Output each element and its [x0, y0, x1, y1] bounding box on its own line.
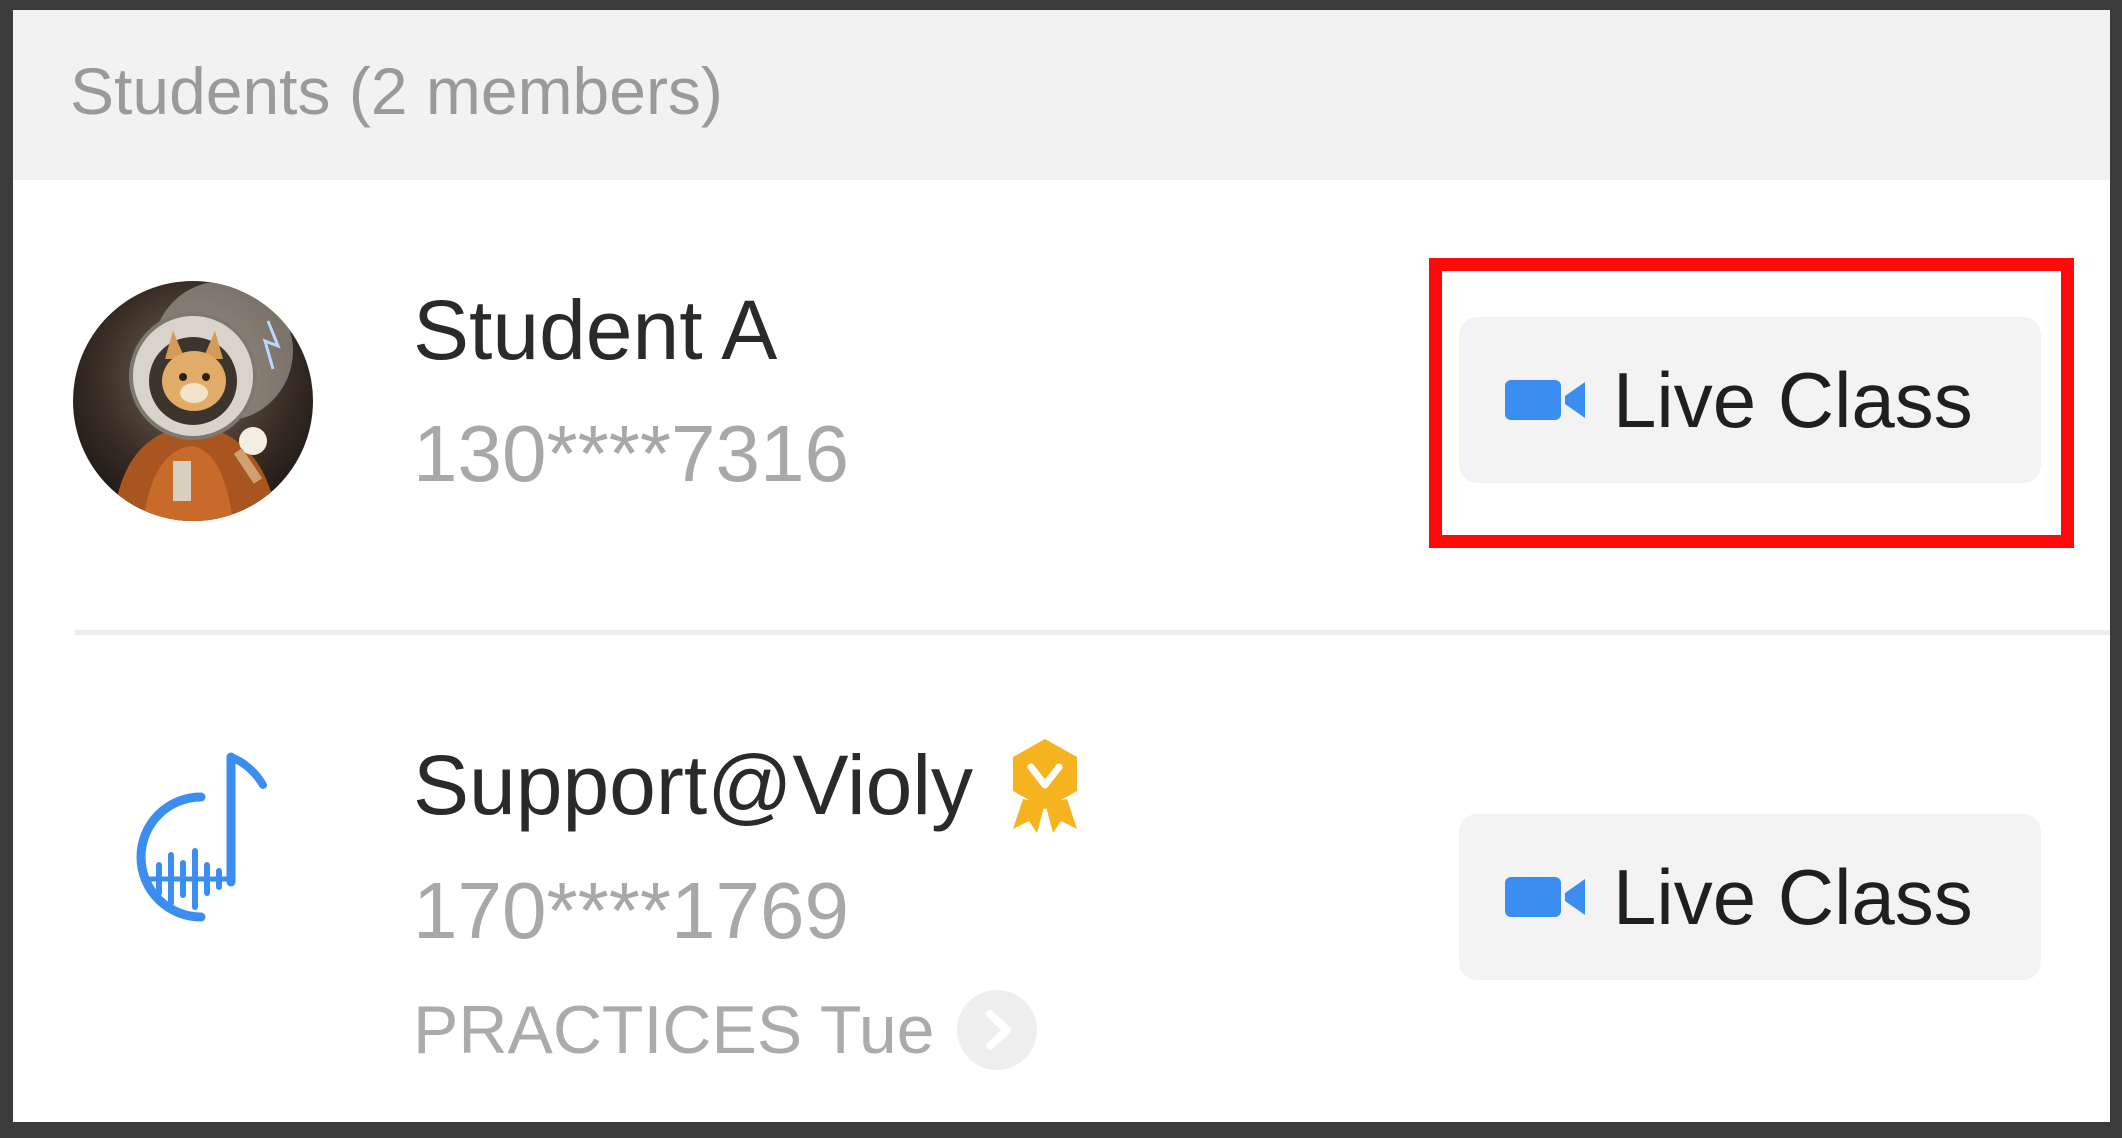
video-camera-icon — [1505, 877, 1585, 917]
practice-link[interactable]: PRACTICES Tue — [413, 990, 1037, 1070]
chevron-right-icon — [956, 990, 1037, 1070]
student-name: Student A — [413, 283, 778, 377]
live-class-button[interactable]: Live Class — [1459, 814, 2041, 980]
live-class-button[interactable]: Live Class — [1459, 317, 2041, 483]
students-panel: Students (2 members) Student A 130****73… — [13, 10, 2110, 1122]
student-phone: 130****7316 — [413, 409, 849, 498]
students-section-title: Students (2 members) — [70, 54, 723, 128]
avatar[interactable] — [73, 281, 313, 521]
practice-label: PRACTICES Tue — [413, 992, 935, 1068]
astronaut-cat-avatar-image — [73, 281, 313, 521]
student-name-wrapper: Support@Violy — [413, 735, 1087, 836]
live-class-label: Live Class — [1613, 355, 1973, 444]
avatar[interactable] — [123, 747, 273, 947]
student-row[interactable]: Student A 130****7316 Live Class — [13, 180, 2110, 630]
student-row[interactable]: Support@Violy 170****1769 PRACTICES Tue — [13, 635, 2110, 1122]
live-class-label: Live Class — [1613, 852, 1973, 941]
students-section-header: Students (2 members) — [13, 10, 2110, 180]
student-name: Support@Violy — [413, 738, 974, 832]
verified-badge-icon — [1013, 739, 1078, 834]
music-note-logo-icon — [136, 752, 267, 922]
video-camera-icon — [1505, 380, 1585, 420]
student-phone: 170****1769 — [413, 866, 849, 955]
